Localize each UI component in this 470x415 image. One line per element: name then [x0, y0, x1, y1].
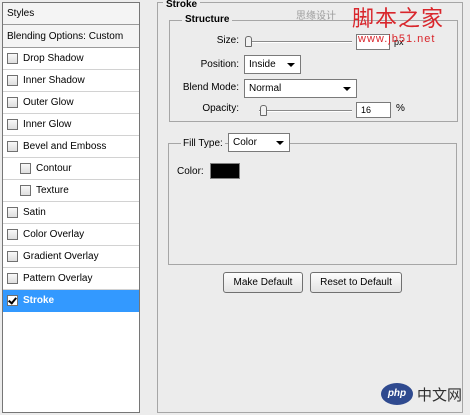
- blend-mode-value: Normal: [249, 83, 282, 94]
- style-item-texture[interactable]: Texture: [3, 180, 139, 202]
- texture-checkbox[interactable]: [20, 185, 31, 196]
- fill-type-value: Color: [233, 137, 257, 148]
- size-slider-thumb[interactable]: [245, 36, 252, 47]
- style-item-label: Stroke: [23, 295, 55, 306]
- watermark-brand: 脚本之家: [352, 7, 445, 32]
- style-item-contour[interactable]: Contour: [3, 158, 139, 180]
- style-item-label: Inner Glow: [23, 119, 72, 130]
- style-item-label: Texture: [36, 185, 69, 196]
- make-default-button[interactable]: Make Default: [223, 272, 303, 293]
- structure-group-title: Structure: [182, 14, 233, 25]
- stroke-checkbox[interactable]: [7, 295, 18, 306]
- color-swatch[interactable]: [210, 163, 240, 179]
- position-value: Inside: [249, 59, 276, 70]
- style-item-label: Satin: [23, 207, 46, 218]
- style-item-bevel-and-emboss[interactable]: Bevel and Emboss: [3, 136, 139, 158]
- bevel-and-emboss-checkbox[interactable]: [7, 141, 18, 152]
- chevron-down-icon: [276, 141, 284, 145]
- php-logo-text: 中文网: [417, 387, 463, 404]
- style-item-gradient-overlay[interactable]: Gradient Overlay: [3, 246, 139, 268]
- style-item-pattern-overlay[interactable]: Pattern Overlay: [3, 268, 139, 290]
- style-item-label: Inner Shadow: [23, 75, 85, 86]
- opacity-unit: %: [396, 103, 405, 114]
- fill-group: [168, 143, 457, 265]
- style-item-outer-glow[interactable]: Outer Glow: [3, 92, 139, 114]
- chevron-down-icon: [343, 87, 351, 91]
- position-label: Position:: [200, 59, 239, 70]
- inner-glow-checkbox[interactable]: [7, 119, 18, 130]
- style-item-drop-shadow[interactable]: Drop Shadow: [3, 48, 139, 70]
- opacity-slider-track[interactable]: [259, 110, 352, 112]
- blending-options-item[interactable]: Blending Options: Custom: [3, 25, 139, 48]
- contour-checkbox[interactable]: [20, 163, 31, 174]
- style-item-inner-glow[interactable]: Inner Glow: [3, 114, 139, 136]
- opacity-label: Opacity:: [202, 103, 239, 114]
- watermark-url: www.jb51.net: [358, 33, 436, 45]
- color-label: Color:: [177, 166, 204, 177]
- style-item-label: Bevel and Emboss: [23, 141, 107, 152]
- php-logo-oval: php: [381, 383, 413, 405]
- size-label: Size:: [216, 35, 239, 46]
- reset-to-default-button[interactable]: Reset to Default: [310, 272, 402, 293]
- style-item-label: Gradient Overlay: [23, 251, 99, 262]
- size-slider-track[interactable]: [246, 41, 352, 43]
- style-items: Drop Shadow Inner Shadow Outer Glow Inner G…: [3, 48, 139, 312]
- style-item-label: Color Overlay: [23, 229, 85, 240]
- pattern-overlay-checkbox[interactable]: [7, 273, 18, 284]
- fill-type-label: Fill Type:: [181, 138, 225, 149]
- php-logo: php 中文网: [381, 380, 467, 410]
- style-item-stroke[interactable]: Stroke: [3, 290, 139, 312]
- style-item-label: Contour: [36, 163, 72, 174]
- outer-glow-checkbox[interactable]: [7, 97, 18, 108]
- opacity-input[interactable]: 16: [356, 102, 391, 118]
- color-overlay-checkbox[interactable]: [7, 229, 18, 240]
- stroke-group-title: Stroke: [163, 0, 201, 10]
- inner-shadow-checkbox[interactable]: [7, 75, 18, 86]
- style-item-inner-shadow[interactable]: Inner Shadow: [3, 70, 139, 92]
- blend-mode-label: Blend Mode:: [182, 82, 239, 93]
- satin-checkbox[interactable]: [7, 207, 18, 218]
- style-item-color-overlay[interactable]: Color Overlay: [3, 224, 139, 246]
- style-item-label: Outer Glow: [23, 97, 74, 108]
- fill-type-select[interactable]: Color: [228, 133, 290, 152]
- style-item-label: Drop Shadow: [23, 53, 84, 64]
- styles-list-panel: Styles Blending Options: Custom Drop Sha…: [2, 2, 140, 413]
- style-item-satin[interactable]: Satin: [3, 202, 139, 224]
- watermark-top-text: 思缘设计: [296, 11, 336, 22]
- opacity-slider-thumb[interactable]: [260, 105, 267, 116]
- drop-shadow-checkbox[interactable]: [7, 53, 18, 64]
- chevron-down-icon: [287, 63, 295, 67]
- gradient-overlay-checkbox[interactable]: [7, 251, 18, 262]
- blend-mode-select[interactable]: Normal: [244, 79, 357, 98]
- style-item-label: Pattern Overlay: [23, 273, 93, 284]
- styles-header[interactable]: Styles: [3, 3, 139, 25]
- position-select[interactable]: Inside: [244, 55, 301, 74]
